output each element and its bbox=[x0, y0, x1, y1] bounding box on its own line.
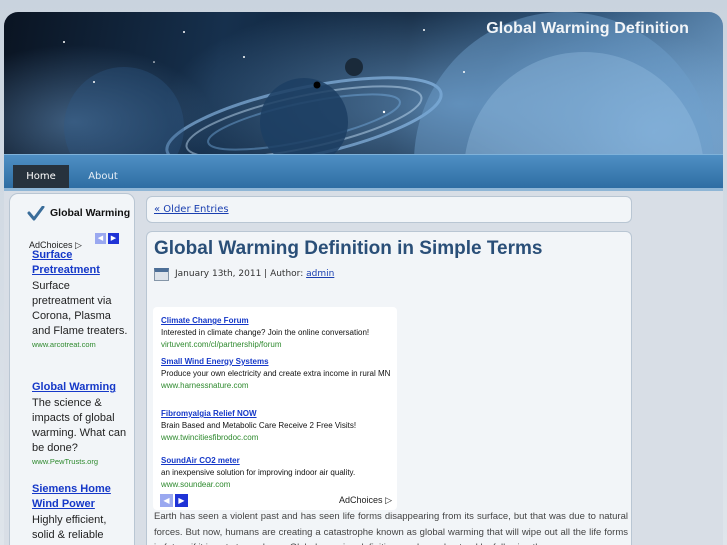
ad-url[interactable]: www.soundear.com bbox=[161, 480, 393, 489]
ad-title[interactable]: SoundAir CO2 meter bbox=[161, 456, 393, 465]
post-meta: January 13th, 2011 | Author: admin bbox=[154, 268, 454, 282]
ad-item: Fibromyalgia Relief NOW Brain Based and … bbox=[161, 409, 393, 442]
sidebar-ad-title[interactable]: Global Warming bbox=[32, 380, 128, 395]
ad-url[interactable]: virtuvent.com/cl/partnership/forum bbox=[161, 340, 393, 349]
ad-description: Produce your own electricity and create … bbox=[161, 369, 391, 378]
ad-navigation: ◀ ▶ AdChoices ▷ bbox=[160, 494, 392, 507]
sidebar-ad-description: Surface pretreatment via Corona, Plasma … bbox=[32, 280, 128, 337]
ad-url[interactable]: www.harnessnature.com bbox=[161, 381, 393, 390]
sidebar-ad: Siemens Home Wind Power Highly efficient… bbox=[32, 482, 128, 543]
sidebar-ad-url[interactable]: www.PewTrusts.org bbox=[32, 457, 128, 466]
ad-item: Climate Change Forum Interested in clima… bbox=[161, 316, 393, 349]
sidebar-ad-url[interactable]: www.arcotreat.com bbox=[32, 340, 128, 349]
post-title[interactable]: Global Warming Definition in Simple Term… bbox=[154, 238, 542, 260]
post-body: Earth has seen a violent past and has se… bbox=[154, 511, 628, 545]
arrow-right-icon[interactable]: ▶ bbox=[175, 494, 188, 507]
adchoices-text: AdChoices bbox=[339, 495, 383, 505]
pagination-box: « Older Entries bbox=[146, 196, 632, 223]
post-date: January 13th, 2011 bbox=[175, 269, 262, 279]
page-frame: Global Warming Definition Home About Glo… bbox=[4, 12, 723, 545]
nav-item-home[interactable]: Home bbox=[13, 165, 69, 189]
arrow-left-icon[interactable]: ◀ bbox=[95, 233, 106, 244]
sidebar-ad-description: The science & impacts of global warming.… bbox=[32, 397, 127, 454]
nav-item-about[interactable]: About bbox=[78, 165, 128, 189]
author-label: Author: bbox=[270, 269, 304, 279]
ad-description: Interested in climate change? Join the o… bbox=[161, 328, 370, 337]
ad-description: an inexpensive solution for improving in… bbox=[161, 468, 356, 477]
ad-title[interactable]: Climate Change Forum bbox=[161, 316, 393, 325]
older-entries-link[interactable]: « Older Entries bbox=[154, 204, 229, 215]
post-author-link[interactable]: admin bbox=[306, 269, 334, 279]
ad-item: SoundAir CO2 meter an inexpensive soluti… bbox=[161, 456, 393, 489]
ad-item: Small Wind Energy Systems Produce your o… bbox=[161, 357, 393, 390]
sidebar: Global Warming AdChoices ▷ ◀ ▶ Surface P… bbox=[9, 193, 135, 545]
main-navigation: Home About bbox=[4, 154, 723, 189]
checkmark-icon bbox=[27, 206, 45, 221]
sidebar-ad-description: Highly efficient, solid & reliable bbox=[32, 514, 107, 541]
sidebar-ad-title[interactable]: Surface Pretreatment bbox=[32, 248, 128, 278]
sidebar-widget-title: Global Warming bbox=[50, 207, 131, 219]
adsense-block: Climate Change Forum Interested in clima… bbox=[153, 307, 397, 510]
adchoices-icon: ▷ bbox=[385, 495, 392, 505]
ad-url[interactable]: www.twincitiesfibrodoc.com bbox=[161, 433, 393, 442]
header-banner: Global Warming Definition bbox=[4, 12, 723, 154]
post: Global Warming Definition in Simple Term… bbox=[146, 231, 632, 545]
site-title[interactable]: Global Warming Definition bbox=[486, 20, 689, 38]
adchoices-label[interactable]: AdChoices ▷ bbox=[339, 495, 392, 506]
sidebar-adchoices-bar: AdChoices ▷ ◀ ▶ bbox=[29, 233, 133, 250]
nav-divider bbox=[4, 188, 723, 191]
ad-description: Brain Based and Metabolic Care Receive 2… bbox=[161, 421, 357, 430]
ad-title[interactable]: Small Wind Energy Systems bbox=[161, 357, 393, 366]
post-meta-text: January 13th, 2011 | Author: admin bbox=[175, 269, 335, 279]
ad-title[interactable]: Fibromyalgia Relief NOW bbox=[161, 409, 393, 418]
arrow-right-icon[interactable]: ▶ bbox=[108, 233, 119, 244]
sidebar-ad: Surface Pretreatment Surface pretreatmen… bbox=[32, 248, 128, 349]
arrow-left-icon[interactable]: ◀ bbox=[160, 494, 173, 507]
calendar-icon bbox=[154, 268, 169, 281]
sidebar-ad: Global Warming The science & impacts of … bbox=[32, 380, 128, 466]
sidebar-ad-title[interactable]: Siemens Home Wind Power bbox=[32, 482, 128, 512]
